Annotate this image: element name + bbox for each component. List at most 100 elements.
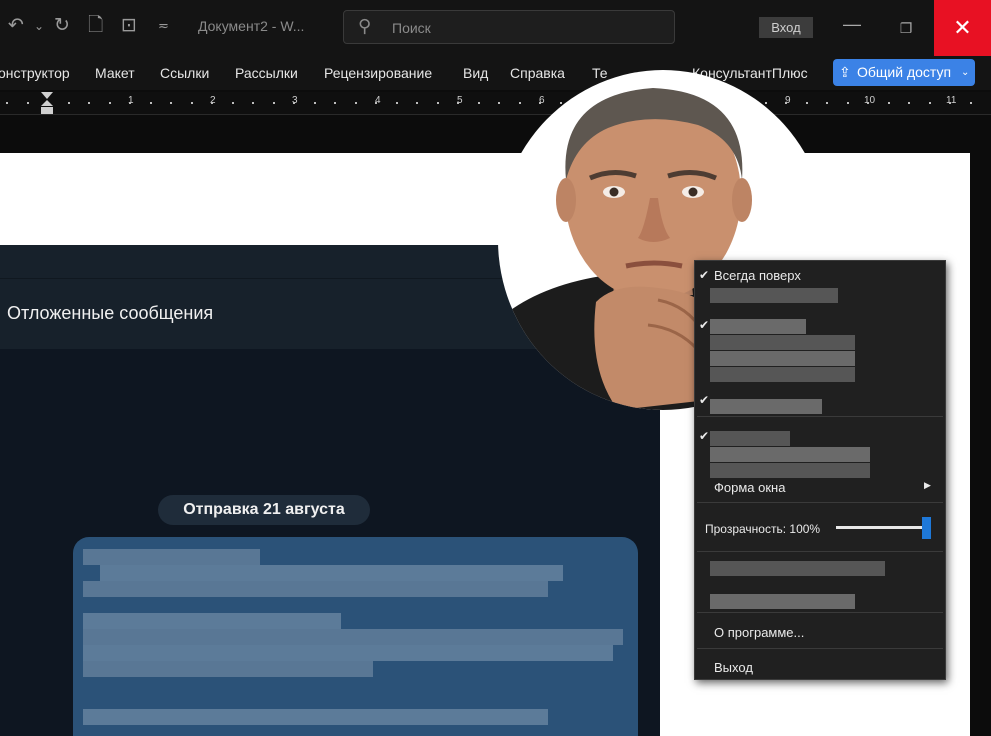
pixelated-text — [83, 581, 548, 597]
ruler-tick — [293, 102, 295, 104]
transparency-label: Прозрачность: 100% — [705, 522, 821, 536]
ruler-number: 11 — [946, 95, 957, 106]
tab-review[interactable]: Рецензирование — [324, 65, 432, 81]
ruler-tick — [314, 102, 316, 104]
menu-item-exit[interactable]: Выход — [714, 660, 753, 675]
ruler-tick — [867, 102, 869, 104]
pixelated-menu-item[interactable] — [710, 431, 790, 446]
ruler-tick — [211, 102, 213, 104]
pixelated-text — [83, 549, 260, 565]
search-icon: ⚲ — [358, 16, 372, 36]
ruler-tick — [334, 102, 336, 104]
tab-help[interactable]: Справка — [510, 65, 565, 81]
ruler-number: 5 — [457, 95, 463, 106]
ruler-number: 1 — [128, 95, 134, 106]
ruler-tick — [457, 102, 459, 104]
ruler-tick — [806, 102, 808, 104]
ruler-tick — [88, 102, 90, 104]
chevron-down-icon: ⌄ — [961, 67, 970, 78]
tab-references[interactable]: Ссылки — [160, 65, 209, 81]
ruler-tick — [170, 102, 172, 104]
pixelated-text — [100, 565, 563, 581]
pixelated-menu-item[interactable] — [710, 335, 855, 350]
ruler-number: 9 — [785, 95, 791, 106]
ruler-tick — [109, 102, 111, 104]
pixelated-menu-item[interactable] — [710, 561, 885, 576]
new-document-icon[interactable]: 🗋 — [88, 14, 103, 38]
ruler-tick — [949, 102, 951, 104]
ruler-tick — [416, 102, 418, 104]
menu-separator — [697, 648, 943, 649]
menu-item-window-shape[interactable]: Форма окна — [714, 480, 785, 495]
ruler-tick — [355, 102, 357, 104]
check-icon: ✔ — [699, 393, 710, 407]
menu-separator — [697, 416, 943, 417]
ruler-number: 10 — [864, 95, 876, 106]
ruler-tick — [437, 102, 439, 104]
ruler-tick — [539, 102, 541, 104]
ruler-tick — [519, 102, 521, 104]
check-icon: ✔ — [699, 318, 710, 332]
pixelated-text — [83, 709, 548, 725]
undo-dropdown-icon[interactable]: ⌄ — [34, 14, 44, 38]
ruler-number: 4 — [375, 95, 381, 106]
ruler-number: 6 — [539, 95, 545, 106]
pixelated-menu-item[interactable] — [710, 351, 855, 366]
horizontal-ruler[interactable]: 1 2 3 4 5 6 9 10 11 — [0, 92, 991, 115]
share-button[interactable]: ⇪ Общий доступ ⌄ — [833, 59, 975, 86]
ruler-number: 3 — [292, 95, 298, 106]
pixelated-menu-item[interactable] — [710, 463, 870, 478]
context-menu: ✔ Всегда поверх ✔ ✔ ✔ Форма окна ▶ Прозр… — [694, 260, 946, 680]
undo-icon[interactable]: ↶ — [8, 14, 24, 38]
ruler-tick — [929, 102, 931, 104]
menu-separator — [697, 502, 943, 503]
search-input[interactable]: ⚲ Поиск — [343, 10, 675, 44]
pixelated-menu-item[interactable] — [710, 367, 855, 382]
menu-item-about[interactable]: О программе... — [714, 625, 804, 640]
check-icon: ✔ — [699, 268, 710, 282]
insert-picture-icon[interactable]: ⊡ — [121, 14, 137, 38]
ruler-tick — [560, 102, 562, 104]
share-icon: ⇪ — [839, 64, 851, 80]
menu-separator — [697, 612, 943, 613]
pixelated-menu-item[interactable] — [710, 447, 870, 462]
ruler-tick — [375, 102, 377, 104]
transparency-slider-thumb[interactable] — [921, 517, 931, 539]
indent-marker-icon[interactable] — [41, 92, 53, 114]
minimize-button[interactable]: — — [838, 14, 866, 42]
document-title: Документ2 - W... — [198, 18, 305, 34]
search-placeholder: Поиск — [392, 20, 431, 36]
pixelated-text — [83, 645, 613, 661]
close-button[interactable]: ✕ — [934, 0, 991, 56]
ruler-tick — [908, 102, 910, 104]
pixelated-menu-item[interactable] — [710, 319, 806, 334]
check-icon: ✔ — [699, 429, 710, 443]
menu-separator — [697, 551, 943, 552]
ruler-tick — [888, 102, 890, 104]
date-badge: Отправка 21 августа — [158, 495, 370, 525]
message-bubble[interactable] — [73, 537, 638, 736]
share-label: Общий доступ — [857, 64, 952, 80]
tab-mailings[interactable]: Рассылки — [235, 65, 298, 81]
tab-design[interactable]: онструктор — [0, 65, 70, 81]
transparency-slider-track[interactable] — [836, 526, 926, 529]
pixelated-menu-item[interactable] — [710, 288, 838, 303]
pixelated-menu-item[interactable] — [710, 594, 855, 609]
redo-icon[interactable]: ↻ — [54, 14, 70, 38]
sign-in-button[interactable]: Вход — [759, 17, 813, 38]
pixelated-text — [83, 613, 341, 629]
chat-title: Отложенные сообщения — [7, 303, 214, 323]
restore-button[interactable]: ❐ — [892, 14, 920, 42]
customize-toolbar-icon[interactable]: ≂ — [158, 14, 169, 38]
ruler-tick — [27, 102, 29, 104]
ruler-tick — [129, 102, 131, 104]
ruler-tick — [765, 102, 767, 104]
tab-layout[interactable]: Макет — [95, 65, 135, 81]
ruler-tick — [785, 102, 787, 104]
tab-te[interactable]: Те — [592, 65, 608, 81]
tab-view[interactable]: Вид — [463, 65, 488, 81]
pixelated-text — [83, 629, 623, 645]
pixelated-menu-item[interactable] — [710, 399, 822, 414]
menu-item-always-on-top[interactable]: Всегда поверх — [714, 268, 801, 283]
ruler-tick — [273, 102, 275, 104]
